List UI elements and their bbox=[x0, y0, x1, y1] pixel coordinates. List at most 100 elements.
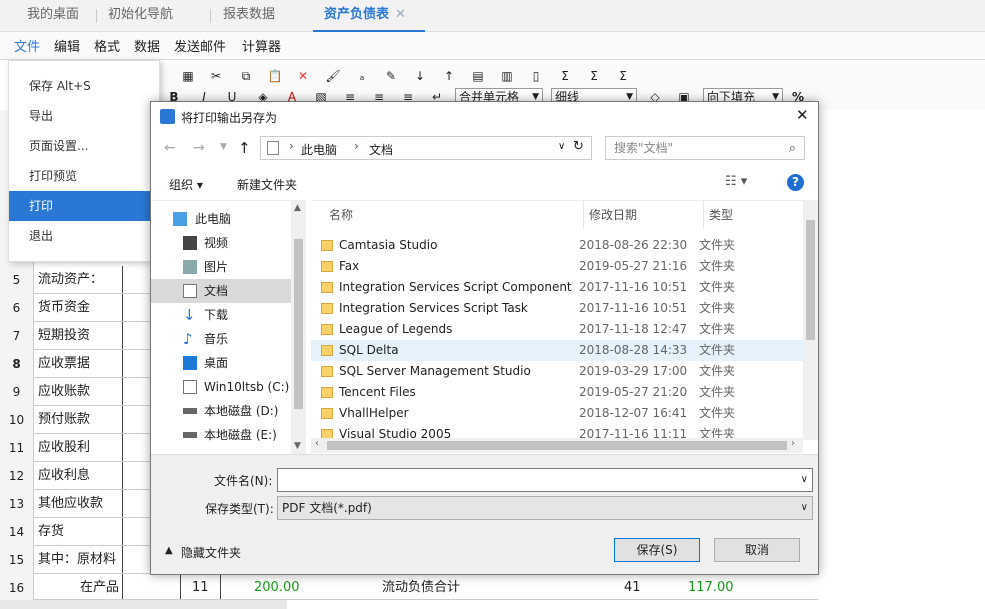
chevron-down-icon[interactable]: ▼ bbox=[220, 142, 227, 152]
menu-format[interactable]: 格式 bbox=[94, 36, 120, 55]
horizontal-scrollbar[interactable]: ‹ › bbox=[311, 438, 803, 453]
hide-folders-button[interactable]: 隐藏文件夹 bbox=[181, 544, 241, 561]
menu-item-save[interactable]: 保存 Alt+S bbox=[9, 71, 159, 101]
table-row[interactable]: 16 在产品 11 200.00 流动负债合计 41 117.00 bbox=[0, 574, 818, 602]
file-type: 文件夹 bbox=[699, 238, 736, 252]
tree-item-downloads[interactable]: ↓ 下载 bbox=[151, 303, 291, 327]
sort-asc-icon[interactable]: ↓ bbox=[412, 68, 428, 84]
list-item[interactable]: Fax 2019-05-27 21:16 文件夹 bbox=[311, 256, 803, 277]
list-item[interactable]: SQL Delta 2018-08-28 14:33 文件夹 bbox=[311, 340, 803, 361]
copy-icon[interactable]: ⧉ bbox=[238, 68, 254, 84]
menu-data[interactable]: 数据 bbox=[134, 36, 160, 55]
tree-item-drive-c[interactable]: Win10ltsb (C:) bbox=[151, 375, 291, 399]
insert-row-icon[interactable]: ▤ bbox=[470, 68, 486, 84]
vertical-scrollbar[interactable]: ▲ ▼ bbox=[291, 201, 306, 454]
column-header-date[interactable]: 修改日期 bbox=[589, 201, 637, 229]
column-header-name[interactable]: 名称 bbox=[329, 201, 353, 229]
save-button[interactable]: 保存(S) bbox=[614, 538, 700, 562]
menu-send-mail[interactable]: 发送邮件 bbox=[174, 36, 226, 55]
scrollbar-thumb[interactable] bbox=[294, 239, 303, 409]
sum-row-icon[interactable]: Σ bbox=[586, 68, 602, 84]
tree-label: 音乐 bbox=[204, 332, 229, 346]
find-icon[interactable]: ₐ bbox=[354, 68, 370, 84]
chevron-down-icon[interactable]: ∨ bbox=[801, 469, 808, 491]
menu-item-print[interactable]: 打印 bbox=[9, 191, 159, 221]
row-label: 流动资产： bbox=[38, 272, 104, 287]
tab-my-desktop[interactable]: 我的桌面 bbox=[27, 0, 79, 32]
vertical-scrollbar[interactable] bbox=[803, 200, 818, 440]
tree-item-videos[interactable]: 视频 bbox=[151, 231, 291, 255]
replace-icon[interactable]: ✎ bbox=[383, 68, 399, 84]
cancel-button[interactable]: 取消 bbox=[714, 538, 800, 562]
breadcrumb-this-pc[interactable]: 此电脑 bbox=[301, 141, 337, 158]
back-icon[interactable]: ← bbox=[164, 140, 176, 156]
scrollbar-thumb[interactable] bbox=[327, 441, 787, 450]
list-item[interactable]: Tencent Files 2019-05-27 21:20 文件夹 bbox=[311, 382, 803, 403]
cut-icon[interactable]: ✂ bbox=[208, 68, 224, 84]
page-icon[interactable]: ▯ bbox=[528, 68, 544, 84]
tree-item-drive-d[interactable]: 本地磁盘 (D:) bbox=[151, 399, 291, 423]
file-type: 文件夹 bbox=[699, 406, 736, 420]
menu-item-page-setup[interactable]: 页面设置... bbox=[9, 131, 159, 161]
tree-item-this-pc[interactable]: 此电脑 bbox=[151, 207, 291, 231]
column-header-type[interactable]: 类型 bbox=[709, 201, 733, 229]
view-icon[interactable]: ☷ ▾ bbox=[725, 174, 747, 189]
delete-icon[interactable]: ✕ bbox=[295, 68, 311, 84]
chevron-left-icon[interactable]: ‹ bbox=[315, 438, 319, 449]
tree-item-drive-e[interactable]: 本地磁盘 (E:) bbox=[151, 423, 291, 447]
search-input[interactable]: 搜索"文档" ⌕ bbox=[605, 136, 805, 160]
list-item[interactable]: League of Legends 2017-11-18 12:47 文件夹 bbox=[311, 319, 803, 340]
up-icon[interactable]: ↑ bbox=[238, 139, 251, 157]
tab-init-nav[interactable]: 初始化导航 bbox=[108, 0, 173, 32]
close-icon[interactable]: ✕ bbox=[395, 7, 406, 22]
sum-icon[interactable]: Σ bbox=[557, 68, 573, 84]
filetype-select[interactable]: PDF 文档(*.pdf) ∨ bbox=[277, 496, 813, 520]
grid-icon[interactable]: ▦ bbox=[180, 68, 196, 84]
file-type: 文件夹 bbox=[699, 280, 736, 294]
drive-icon bbox=[183, 432, 197, 438]
tree-item-music[interactable]: ♪ 音乐 bbox=[151, 327, 291, 351]
list-item[interactable]: VhallHelper 2018-12-07 16:41 文件夹 bbox=[311, 403, 803, 424]
menu-file[interactable]: 文件 bbox=[14, 36, 40, 55]
chevron-down-icon[interactable]: ∨ bbox=[558, 141, 565, 152]
menu-calculator[interactable]: 计算器 bbox=[242, 36, 281, 55]
menu-edit[interactable]: 编辑 bbox=[54, 36, 80, 55]
close-icon[interactable]: ✕ bbox=[796, 106, 809, 124]
chevron-up-icon[interactable]: ▲ bbox=[294, 203, 301, 213]
list-item[interactable]: SQL Server Management Studio 2019-03-29 1… bbox=[311, 361, 803, 382]
menu-item-print-preview[interactable]: 打印预览 bbox=[9, 161, 159, 191]
filename-input[interactable]: ∨ bbox=[277, 468, 813, 492]
breadcrumb-documents[interactable]: 文档 bbox=[369, 141, 393, 158]
chevron-right-icon: › bbox=[354, 139, 359, 153]
sort-desc-icon[interactable]: ↑ bbox=[441, 68, 457, 84]
organize-button[interactable]: 组织 ▾ bbox=[169, 176, 203, 193]
menu-item-exit[interactable]: 退出 bbox=[9, 221, 159, 251]
tree-item-pictures[interactable]: 图片 bbox=[151, 255, 291, 279]
tree-item-documents[interactable]: 文档 bbox=[151, 279, 291, 303]
tree-item-desktop[interactable]: 桌面 bbox=[151, 351, 291, 375]
tab-report-data[interactable]: 报表数据 bbox=[223, 0, 275, 32]
new-folder-button[interactable]: 新建文件夹 bbox=[237, 176, 297, 193]
sum-col-icon[interactable]: Σ bbox=[615, 68, 631, 84]
chevron-up-icon[interactable]: ▲ bbox=[165, 545, 173, 556]
tree-label: 桌面 bbox=[204, 356, 229, 370]
scrollbar-thumb[interactable] bbox=[806, 220, 815, 340]
list-item[interactable]: Integration Services Script Component 201… bbox=[311, 277, 803, 298]
paste-icon[interactable]: 📋 bbox=[267, 68, 283, 84]
address-bar[interactable]: › 此电脑 › 文档 ∨ ↻ bbox=[260, 136, 592, 160]
tab-balance-sheet[interactable]: 资产负债表 ✕ bbox=[313, 0, 425, 32]
chevron-right-icon[interactable]: › bbox=[791, 438, 795, 449]
horizontal-scrollbar[interactable] bbox=[0, 600, 287, 609]
menu-item-export[interactable]: 导出 bbox=[9, 101, 159, 131]
chevron-down-icon[interactable]: ▼ bbox=[294, 441, 301, 451]
list-item[interactable]: Integration Services Script Task 2017-11-… bbox=[311, 298, 803, 319]
refresh-icon[interactable]: ↻ bbox=[573, 139, 584, 154]
forward-icon[interactable]: → bbox=[193, 140, 205, 156]
list-item[interactable]: Camtasia Studio 2018-08-26 22:30 文件夹 bbox=[311, 235, 803, 256]
row-number: 13 bbox=[0, 490, 34, 518]
insert-col-icon[interactable]: ▥ bbox=[499, 68, 515, 84]
help-icon[interactable]: ? bbox=[787, 174, 804, 191]
format-brush-icon[interactable]: 🖌 bbox=[325, 68, 341, 84]
row-label: 应收股利 bbox=[38, 440, 91, 455]
dialog-command-bar: 组织 ▾ 新建文件夹 ☷ ▾ ? bbox=[151, 168, 818, 198]
